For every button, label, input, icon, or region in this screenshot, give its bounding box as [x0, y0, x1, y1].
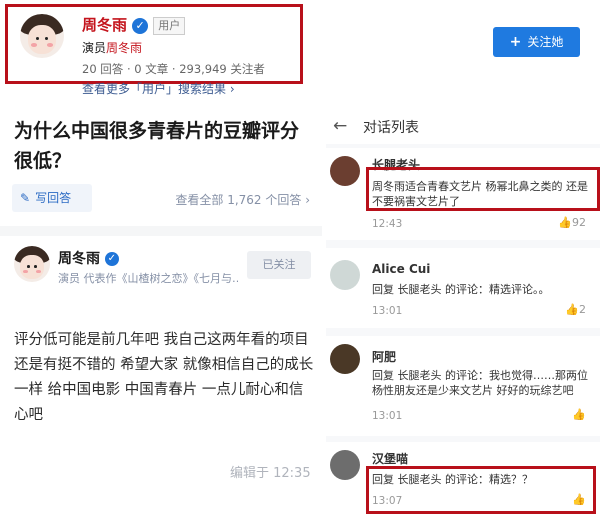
- comment-author[interactable]: 阿肥: [372, 348, 396, 365]
- like-button[interactable]: 👍: [572, 408, 586, 421]
- write-answer-button[interactable]: ✎ 写回答: [12, 184, 92, 212]
- like-count: 92: [572, 216, 586, 229]
- comment-avatar[interactable]: [330, 260, 360, 290]
- comment-author[interactable]: Alice Cui: [372, 262, 430, 276]
- answer-author-avatar[interactable]: [14, 246, 50, 282]
- comment-item: Alice Cui 回复 长腿老头 的评论：精选评论。。 13:01 👍2: [326, 248, 600, 328]
- answer-author-name[interactable]: 周冬雨: [58, 251, 100, 267]
- write-answer-label: 写回答: [35, 191, 72, 205]
- profile-name[interactable]: 周冬雨: [82, 16, 127, 34]
- comment-time: 13:01: [372, 410, 403, 422]
- comment-time: 13:01: [372, 305, 403, 317]
- edit-icon: ✎: [20, 191, 31, 205]
- like-count: 2: [579, 303, 586, 316]
- answer-panel: 为什么中国很多青春片的豆瓣评分很低？ ✎ 写回答 查看全部 1,762 个回答 ›…: [0, 100, 322, 522]
- profile-stats: 20 回答 · 0 文章 · 293,949 关注者: [82, 62, 265, 76]
- comment-author[interactable]: 汉堡喵: [372, 450, 408, 467]
- back-arrow-icon[interactable]: ←: [333, 116, 347, 136]
- view-all-answers-link[interactable]: 查看全部 1,762 个回答 ›: [175, 191, 310, 208]
- comment-highlight-box: [366, 466, 596, 514]
- verified-icon: ✓: [104, 252, 119, 266]
- thumbs-up-icon: 👍: [572, 408, 586, 421]
- comment-avatar[interactable]: [330, 450, 360, 480]
- edited-timestamp: 编辑于 12:35: [230, 466, 311, 481]
- follow-button-label: 关注她: [527, 35, 564, 49]
- more-user-results-link[interactable]: 查看更多「用户」搜索结果 ›: [82, 80, 235, 97]
- comment-text: 回复 长腿老头 的评论：精选评论。。: [372, 283, 550, 296]
- dialog-panel: ← 对话列表 长腿老头 周冬雨适合青春文艺片 杨幂北鼻之类的 还是不要祸害文艺片…: [326, 108, 600, 522]
- thumbs-up-icon: 👍: [558, 216, 572, 229]
- comment-avatar[interactable]: [330, 344, 360, 374]
- like-button[interactable]: 👍2: [565, 303, 586, 316]
- section-divider: [0, 226, 322, 236]
- followed-button[interactable]: 已关注: [247, 251, 311, 279]
- comment-avatar[interactable]: [330, 156, 360, 186]
- profile-role-prefix: 演员: [82, 41, 107, 55]
- profile-role-name: 周冬雨: [106, 41, 143, 55]
- thumbs-up-icon: 👍: [565, 303, 579, 316]
- answer-author-description: 演员 代表作《山楂树之恋》《七月与…: [58, 272, 238, 285]
- comment-text: 回复 长腿老头 的评论：我也觉得……那两位杨性朋友还是少来文艺片 好好的玩综艺吧: [372, 369, 588, 397]
- comment-highlight-box: [366, 167, 600, 211]
- verified-icon: ✓: [132, 17, 149, 34]
- profile-avatar[interactable]: [20, 14, 64, 58]
- follow-button[interactable]: + 关注她: [493, 27, 580, 57]
- plus-icon: +: [509, 34, 522, 50]
- dialog-title: 对话列表: [363, 120, 419, 136]
- comment-time: 12:43: [372, 218, 403, 230]
- user-tag: 用户: [153, 16, 186, 35]
- like-button[interactable]: 👍92: [558, 216, 586, 229]
- comment-item: 阿肥 回复 长腿老头 的评论：我也觉得……那两位杨性朋友还是少来文艺片 好好的玩…: [326, 336, 600, 436]
- dialog-header: ← 对话列表: [326, 108, 600, 144]
- question-title[interactable]: 为什么中国很多青春片的豆瓣评分很低？: [14, 116, 314, 176]
- answer-body-text: 评分低可能是前几年吧 我自己这两年看的项目还是有挺不错的 希望大家 就像相信自己…: [14, 332, 314, 423]
